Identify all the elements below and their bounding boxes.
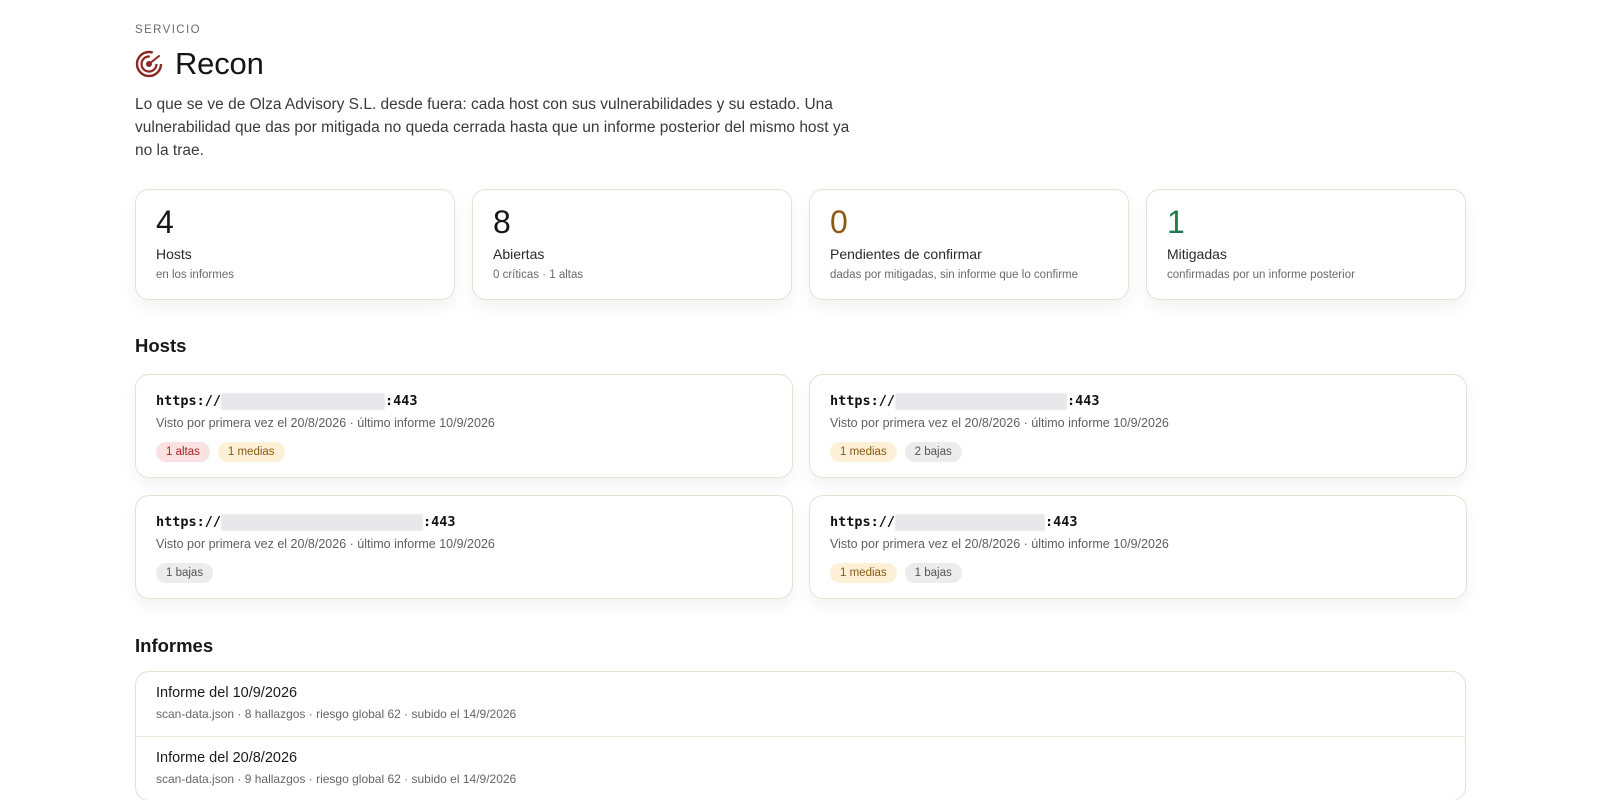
host-url-scheme: https:// (156, 514, 222, 530)
stat-subtext: 0 críticas · 1 altas (493, 269, 584, 281)
host-url-port: :443 (1045, 514, 1078, 530)
stat-card-hosts: 4 Hosts en los informes (135, 189, 455, 300)
severity-chip-medium: 1 medias (217, 442, 285, 462)
host-url-scheme: https:// (156, 393, 222, 409)
report-title: Informe del 10/9/2026 (156, 685, 298, 701)
stat-label: Abiertas (493, 246, 545, 262)
host-url[interactable]: https:// :443 (156, 391, 772, 411)
host-url-port: :443 (423, 514, 456, 530)
page-description: Lo que se ve de Olza Advisory S.L. desde… (135, 96, 850, 159)
stat-value: 4 (156, 204, 174, 240)
severity-chip-low: 1 bajas (904, 563, 962, 583)
page-title: Recon (175, 46, 264, 81)
reports-list: Informe del 10/9/2026 scan-data.json · 8… (135, 671, 1466, 800)
host-url-scheme: https:// (830, 514, 896, 530)
redacted-hostname (221, 513, 424, 531)
page-header: Recon (135, 46, 264, 82)
severity-chips: 1 bajas (156, 563, 772, 583)
stat-label: Pendientes de confirmar (830, 246, 982, 262)
reports-section-title: Informes (135, 635, 214, 656)
severity-chip-high: 1 altas (156, 442, 210, 462)
stat-label: Mitigadas (1167, 246, 1227, 262)
radar-target-icon (135, 50, 163, 78)
report-item[interactable]: Informe del 10/9/2026 scan-data.json · 8… (136, 672, 1465, 736)
host-url-scheme: https:// (830, 393, 896, 409)
severity-chip-medium: 1 medias (830, 442, 897, 462)
host-url[interactable]: https:// :443 (830, 391, 1446, 411)
stat-card-open: 8 Abiertas 0 críticas · 1 altas (472, 189, 792, 300)
stat-subtext: confirmadas por un informe posterior (1167, 269, 1355, 281)
stat-label: Hosts (156, 246, 192, 262)
host-seen-text: Visto por primera vez el 20/8/2026 · últ… (830, 416, 1169, 430)
stat-card-pending: 0 Pendientes de confirmar dadas por miti… (809, 189, 1129, 300)
hosts-grid: https:// :443 Visto por primera vez el 20… (135, 374, 1467, 599)
report-meta: scan-data.json · 8 hallazgos · riesgo gl… (156, 707, 517, 721)
host-card[interactable]: https:// :443 Visto por primera vez el 20… (809, 374, 1467, 478)
stat-card-mitigated: 1 Mitigadas confirmadas por un informe p… (1146, 189, 1466, 300)
severity-chips: 1 medias 2 bajas (830, 442, 1446, 462)
host-card[interactable]: https:// :443 Visto por primera vez el 20… (809, 495, 1467, 599)
host-card[interactable]: https:// :443 Visto por primera vez el 20… (135, 495, 793, 599)
hosts-section-title: Hosts (135, 335, 187, 356)
stat-subtext: dadas por mitigadas, sin informe que lo … (830, 269, 1079, 281)
severity-chip-low: 2 bajas (904, 442, 962, 462)
service-kicker: SERVICIO (135, 24, 201, 36)
stats-row: 4 Hosts en los informes 8 Abiertas 0 crí… (135, 189, 1466, 300)
report-title: Informe del 20/8/2026 (156, 750, 298, 766)
host-url[interactable]: https:// :443 (156, 512, 772, 532)
severity-chip-low: 1 bajas (156, 563, 214, 583)
report-item[interactable]: Informe del 20/8/2026 scan-data.json · 9… (136, 736, 1465, 800)
host-seen-text: Visto por primera vez el 20/8/2026 · últ… (156, 537, 495, 551)
host-url[interactable]: https:// :443 (830, 512, 1446, 532)
redacted-hostname (895, 392, 1068, 410)
report-meta: scan-data.json · 9 hallazgos · riesgo gl… (156, 772, 517, 786)
host-seen-text: Visto por primera vez el 20/8/2026 · últ… (156, 416, 495, 430)
severity-chips: 1 altas 1 medias (156, 442, 772, 462)
host-url-port: :443 (385, 393, 418, 409)
stat-subtext: en los informes (156, 269, 234, 281)
severity-chips: 1 medias 1 bajas (830, 563, 1446, 583)
stat-value: 8 (493, 204, 511, 240)
host-seen-text: Visto por primera vez el 20/8/2026 · últ… (830, 537, 1169, 551)
redacted-hostname (895, 513, 1046, 531)
stat-value: 0 (830, 204, 848, 240)
redacted-hostname (221, 392, 386, 410)
stat-value: 1 (1167, 204, 1185, 240)
host-card[interactable]: https:// :443 Visto por primera vez el 20… (135, 374, 793, 478)
host-url-port: :443 (1067, 393, 1100, 409)
severity-chip-medium: 1 medias (830, 563, 897, 583)
